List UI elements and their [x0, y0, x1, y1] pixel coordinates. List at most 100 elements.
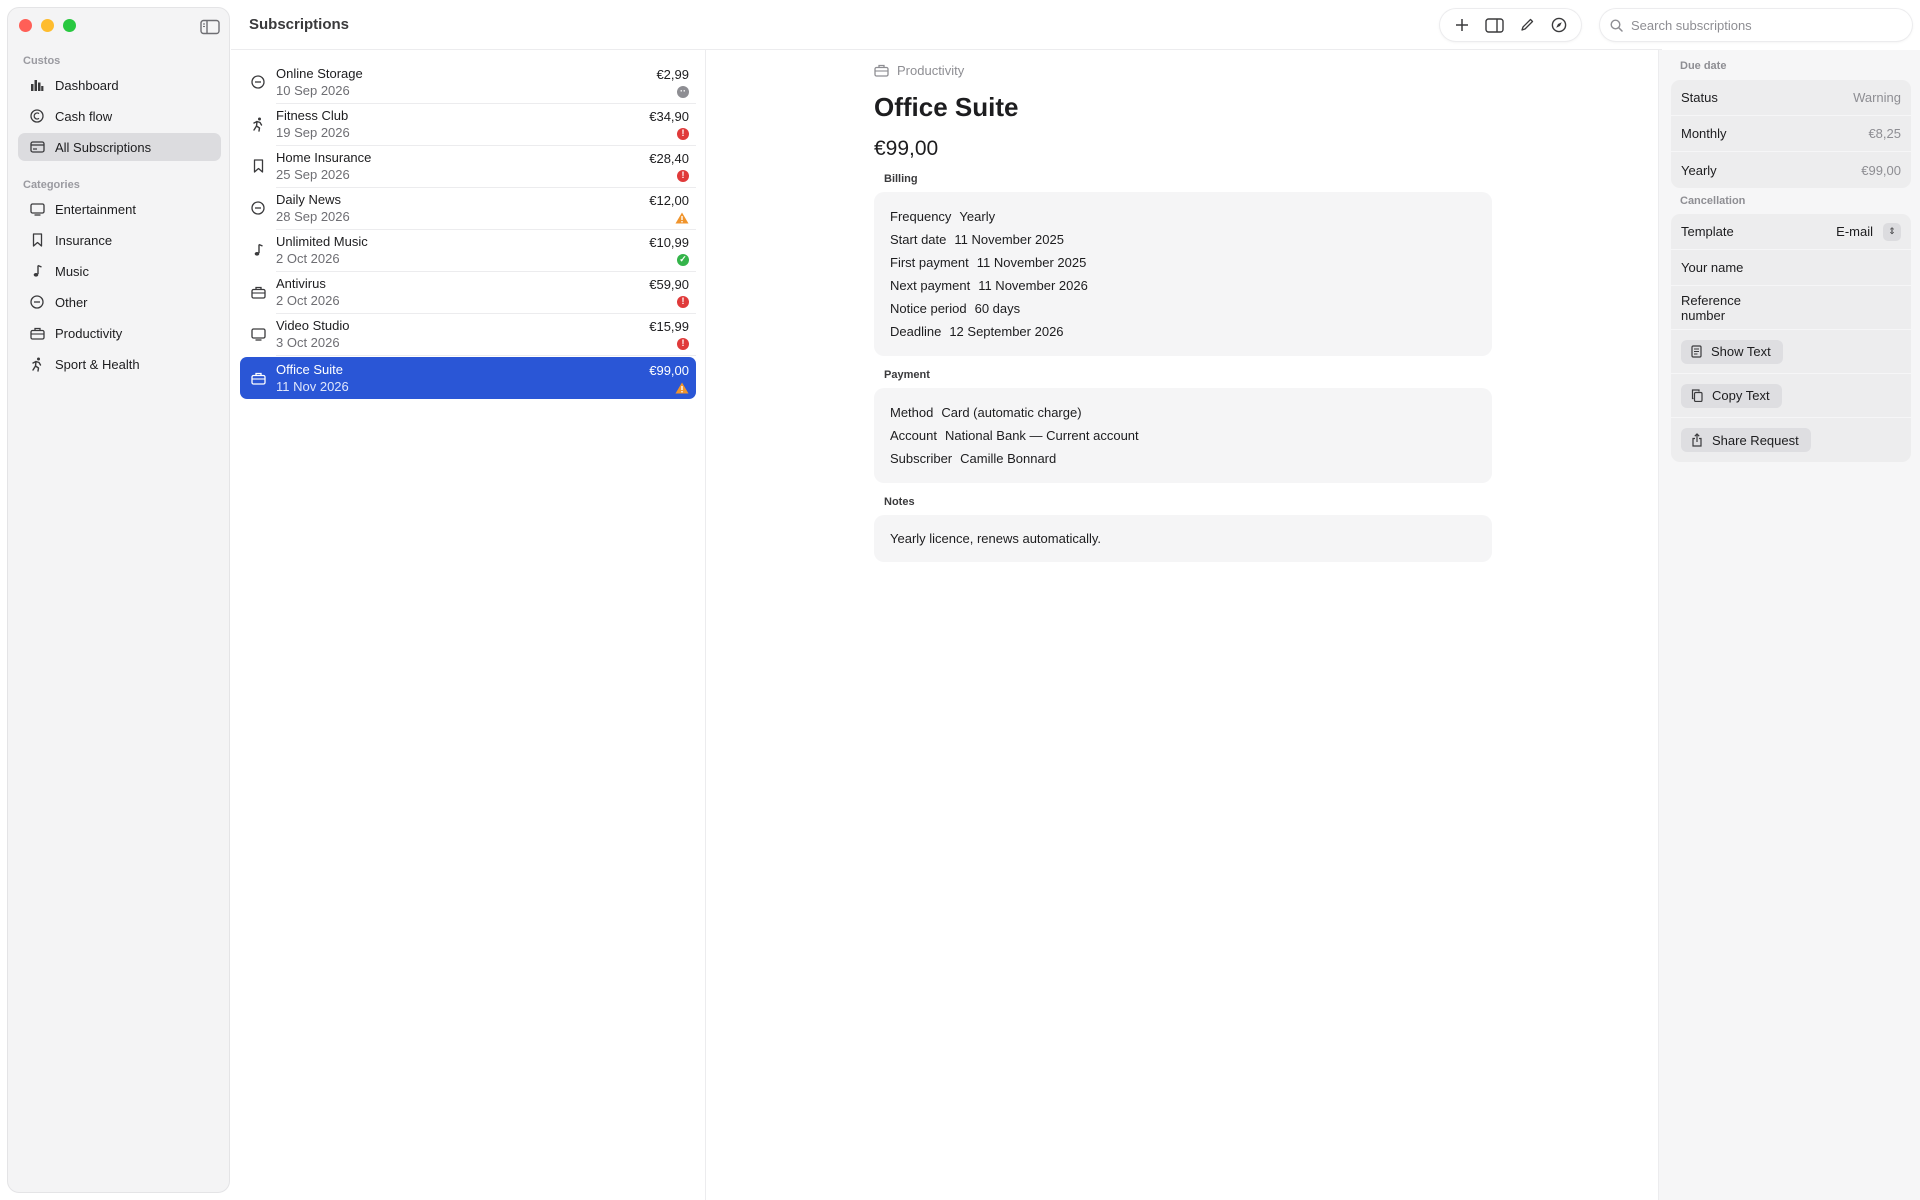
music-note-icon: [240, 243, 276, 257]
billing-row: First payment 11 November 2025: [890, 251, 1476, 274]
subscription-price: €28,40: [649, 150, 689, 166]
show-text-button[interactable]: Show Text: [1681, 339, 1783, 364]
share-icon: [1691, 433, 1703, 447]
cancellation-group: Template E-mail ⇕ Your name Reference nu…: [1671, 214, 1911, 462]
status-alert-icon: !: [677, 295, 689, 308]
billing-key: Deadline: [890, 324, 942, 339]
payment-group: Method Card (automatic charge) Account Nat…: [874, 388, 1492, 483]
runner-icon: [240, 117, 276, 132]
detail-title: Office Suite: [874, 92, 1019, 122]
subscription-price: €15,99: [649, 318, 689, 334]
subscription-name: Antivirus: [276, 276, 326, 291]
list-item[interactable]: Fitness Club 19 Sep 2026 €34,90!: [240, 103, 696, 146]
show-text-row: Show Text: [1671, 330, 1911, 374]
yearly-label: Yearly: [1681, 162, 1717, 178]
payment-row: Subscriber Camille Bonnard: [890, 447, 1476, 470]
reference-number-field[interactable]: Reference number: [1671, 286, 1911, 330]
copy-icon: [1691, 389, 1703, 402]
briefcase-icon: [240, 372, 276, 385]
close-window-button[interactable]: [19, 19, 32, 32]
list-item[interactable]: Unlimited Music 2 Oct 2026 €10,99 ✓: [240, 229, 696, 272]
status-label: Status: [1681, 90, 1718, 105]
plus-icon[interactable]: [1448, 11, 1476, 39]
yearly-row: Yearly €99,00: [1671, 152, 1911, 188]
sidebar-item-music[interactable]: Music: [18, 257, 221, 285]
detail-price: €99,00: [874, 137, 939, 160]
template-select[interactable]: E-mail ⇕: [1836, 222, 1901, 241]
list-item[interactable]: Home Insurance 25 Sep 2026 €28,40!: [240, 145, 696, 188]
payment-value: Camille Bonnard: [960, 451, 1057, 466]
minimize-window-button[interactable]: [41, 19, 54, 32]
sidebar-item-label: Cash flow: [55, 108, 113, 124]
copy-text-button[interactable]: Copy Text: [1681, 383, 1782, 408]
payment-value: National Bank — Current account: [944, 428, 1139, 443]
subscription-price: €99,00: [649, 362, 689, 378]
runner-icon: [29, 356, 45, 372]
subscription-date: 11 Nov 2026: [276, 379, 349, 394]
sidebar-item-insurance[interactable]: Insurance: [18, 226, 221, 254]
sidebar-item-all-subscriptions[interactable]: All Subscriptions: [18, 133, 221, 161]
sidebar-item-label: Dashboard: [55, 77, 119, 93]
subscription-date: 28 Sep 2026: [276, 209, 350, 224]
sidebar-item-cash-flow[interactable]: Cash flow: [18, 102, 221, 130]
share-request-label: Share Request: [1712, 432, 1799, 448]
subscription-date: 25 Sep 2026: [276, 167, 350, 182]
copy-text-row: Copy Text: [1671, 374, 1911, 418]
sidebar-item-other[interactable]: Other: [18, 288, 221, 316]
yearly-value: €99,00: [1861, 162, 1901, 178]
notes-label: Notes: [884, 496, 915, 508]
chevron-updown-icon: ⇕: [1883, 222, 1901, 241]
list-item[interactable]: Video Studio 3 Oct 2026 €15,99!: [240, 313, 696, 356]
subscription-date: 2 Oct 2026: [276, 251, 340, 266]
billing-label: Billing: [884, 173, 918, 185]
subscription-name: Home Insurance: [276, 150, 372, 165]
sidebar-item-label: Productivity: [55, 325, 123, 341]
list-item[interactable]: Daily News 28 Sep 2026 €12,00: [240, 187, 696, 230]
subscription-name: Video Studio: [276, 318, 350, 333]
sidebar-item-label: Sport & Health: [55, 356, 140, 372]
sidebar-item-productivity[interactable]: Productivity: [18, 319, 221, 347]
sidebar-item-label: Insurance: [55, 232, 113, 248]
sidebar-item-label: Music: [55, 263, 89, 279]
subscription-list: Online Storage 10 Sep 2026 €2,99 ·· Fitnes…: [231, 50, 706, 1200]
sidebar-item-label: All Subscriptions: [55, 139, 152, 155]
subscription-name: Online Storage: [276, 66, 363, 81]
subscription-price: €59,90: [649, 276, 689, 292]
billing-key: Start date: [890, 232, 947, 247]
subscription-price: €10,99: [649, 234, 689, 250]
sidebar-right-icon[interactable]: [1480, 11, 1508, 39]
reference-label-line-1: Reference: [1681, 292, 1741, 308]
briefcase-icon: [874, 64, 889, 77]
list-item-selected[interactable]: Office Suite 11 Nov 2026 €99,00: [240, 357, 696, 399]
billing-row: Deadline 12 September 2026: [890, 320, 1476, 343]
search-input[interactable]: [1631, 17, 1901, 33]
share-request-button[interactable]: Share Request: [1681, 428, 1811, 452]
status-ok-icon: ✓: [677, 253, 689, 266]
list-item[interactable]: Antivirus 2 Oct 2026 €59,90!: [240, 271, 696, 314]
show-text-label: Show Text: [1711, 344, 1771, 359]
your-name-field[interactable]: Your name: [1671, 250, 1911, 286]
list-item[interactable]: Online Storage 10 Sep 2026 €2,99 ··: [240, 61, 696, 104]
template-label: Template: [1681, 224, 1734, 239]
sidebar-item-sport-health[interactable]: Sport & Health: [18, 350, 221, 378]
payment-value: Card (automatic charge): [941, 405, 1082, 420]
reference-number-label: Reference number: [1681, 293, 1741, 323]
sidebar-toggle-icon[interactable]: [198, 18, 222, 36]
billing-key: Notice period: [890, 301, 967, 316]
subscription-price: €12,00: [649, 192, 689, 208]
subscription-price: €2,99: [656, 66, 689, 82]
card-icon: [29, 139, 45, 155]
due-date-group: Status Warning Monthly €8,25 Yearly €99,00: [1671, 80, 1911, 188]
subscription-date: 10 Sep 2026: [276, 83, 350, 98]
zoom-window-button[interactable]: [63, 19, 76, 32]
sidebar-item-dashboard[interactable]: Dashboard: [18, 71, 221, 99]
pencil-icon[interactable]: [1513, 11, 1541, 39]
compass-icon[interactable]: [1545, 11, 1573, 39]
toolbar: [1440, 9, 1581, 41]
notes-text: Yearly licence, renews automatically.: [890, 531, 1101, 546]
payment-row: Method Card (automatic charge): [890, 401, 1476, 424]
template-value: E-mail: [1836, 224, 1873, 239]
monthly-row: Monthly €8,25: [1671, 116, 1911, 152]
search-field[interactable]: [1600, 9, 1912, 41]
sidebar-item-entertainment[interactable]: Entertainment: [18, 195, 221, 223]
